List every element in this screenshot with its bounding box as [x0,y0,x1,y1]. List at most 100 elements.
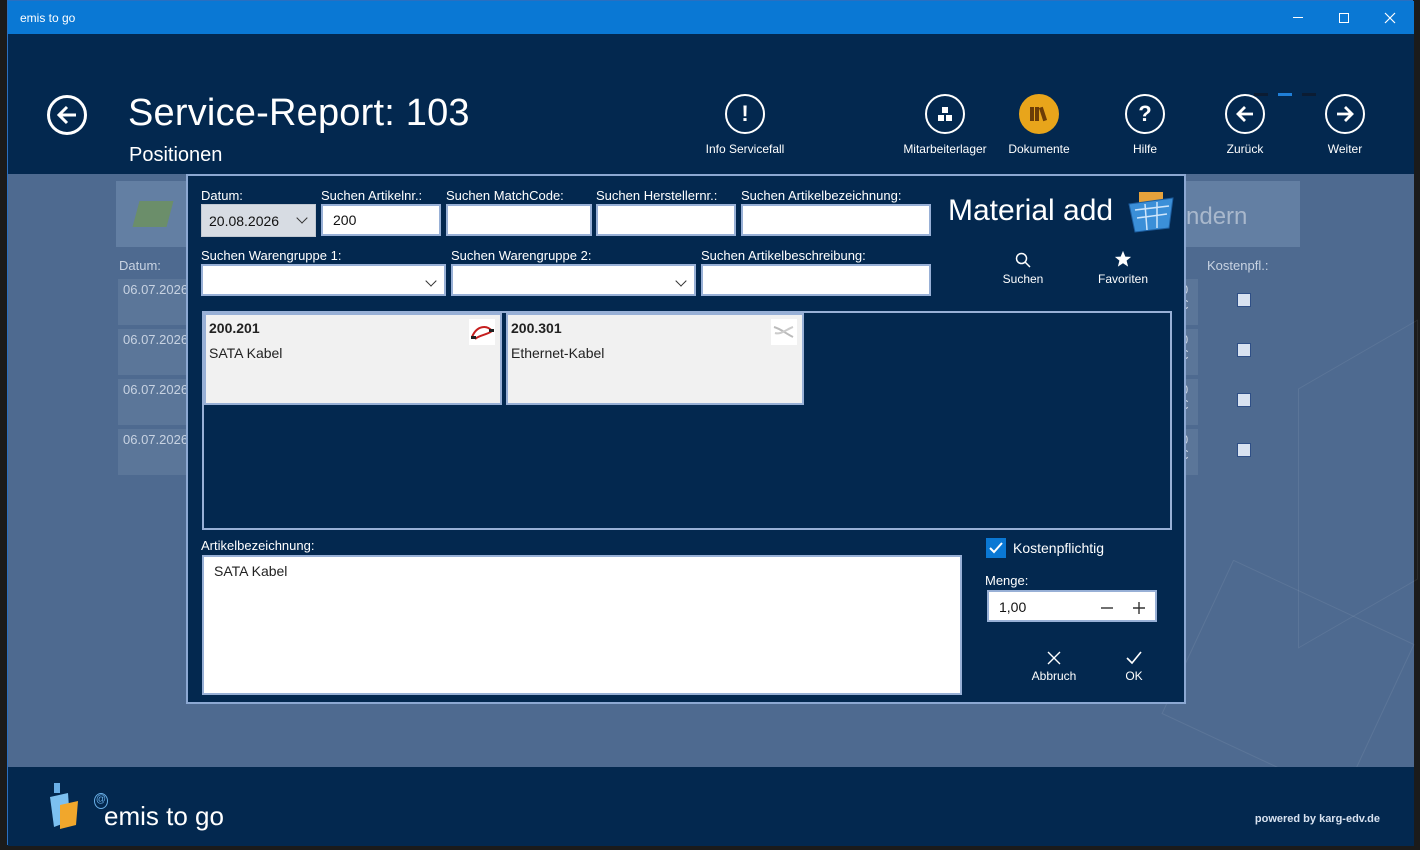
warehouse-icon [925,94,965,134]
result-name: SATA Kabel [209,345,283,361]
ethernet-cable-icon [771,319,797,345]
result-card[interactable]: 200.201 SATA Kabel [204,313,502,405]
artikelbeschreibung-input[interactable] [701,264,931,296]
plus-icon[interactable] [1132,601,1146,615]
label-artikelbezeichnung: Suchen Artikelbezeichnung: [741,188,902,203]
kostenpflichtig-checkbox[interactable] [986,538,1006,558]
ok-button[interactable]: OK [1094,641,1174,683]
chevron-down-icon [296,212,308,224]
maximize-button[interactable] [1321,1,1367,34]
label-datum: Datum: [201,188,243,203]
basket-icon [1128,192,1174,233]
search-label: Suchen [1002,272,1044,286]
herstellernr-input[interactable] [596,204,736,236]
app-header: Service-Report: 103 Positionen ! Info Se… [8,34,1414,174]
toolbar-label: Info Servicefall [705,142,785,156]
toolbar-weiter[interactable]: Weiter [1290,94,1400,156]
toolbar-label: Zurück [1226,142,1264,156]
logo-icon [50,783,78,829]
bg-col-datum: Datum: [119,258,161,273]
label-artikelbezeichnung-detail: Artikelbezeichnung: [201,538,315,553]
map-icon [132,201,174,227]
artikelbezeichnung-textarea[interactable]: SATA Kabel [202,555,962,695]
kostenpflichtig-label: Kostenpflichtig [1013,540,1105,556]
matchcode-input[interactable] [446,204,592,236]
toolbar-zurueck[interactable]: Zurück [1190,94,1300,156]
bg-button-label: ndern [1186,203,1248,230]
warengruppe1-select[interactable] [201,264,446,296]
ok-label: OK [1125,669,1143,683]
label-matchcode: Suchen MatchCode: [446,188,564,203]
bg-date: 06.07.2026 [123,382,189,397]
favorites-button[interactable]: Favoriten [1083,244,1163,286]
sata-cable-icon [469,319,495,345]
app-footer: @ emis to go powered by karg-edv.de [8,767,1414,846]
chevron-down-icon [425,275,437,287]
menge-value[interactable]: 1,00 [999,599,1026,615]
bg-checkbox [1237,293,1251,307]
bg-checkbox [1237,443,1251,457]
search-icon [983,244,1063,268]
arrow-left-icon [56,105,76,125]
result-name: Ethernet-Kabel [511,345,605,361]
date-picker[interactable]: 20.08.2026 [201,204,316,237]
menge-label: Menge: [985,573,1029,588]
exclamation-icon: ! [725,94,765,134]
minus-icon[interactable] [1100,601,1114,615]
star-icon [1083,244,1163,268]
toolbar-label: Dokumente [1008,142,1070,156]
arrow-left-icon [1225,94,1265,134]
bg-col-kostenpfl: Kostenpfl.: [1207,258,1269,273]
artikelbezeichnung-search-input[interactable] [741,204,931,236]
checkmark-icon [1094,641,1174,665]
result-card[interactable]: 200.301 Ethernet-Kabel [506,313,804,405]
search-button[interactable]: Suchen [983,244,1063,286]
results-grid: 200.201 SATA Kabel 200.301 Ethernet-Kabe… [202,311,1172,530]
label-artikelbeschreibung: Suchen Artikelbeschreibung: [701,248,866,263]
toolbar-dokumente[interactable]: Dokumente [984,94,1094,156]
label-warengruppe1: Suchen Warengruppe 1: [201,248,342,263]
minimize-icon [1293,17,1303,18]
menge-stepper[interactable]: 1,00 [987,590,1157,622]
label-warengruppe2: Suchen Warengruppe 2: [451,248,592,263]
cancel-label: Abbruch [1031,669,1077,683]
page-subtitle: Positionen [129,144,223,166]
toolbar-hilfe[interactable]: ? Hilfe [1090,94,1200,156]
close-icon [1014,641,1094,665]
material-add-dialog: Datum: 20.08.2026 Suchen Artikelnr.: 200… [186,174,1186,704]
footer-powered: powered by karg-edv.de [1254,813,1380,825]
chevron-down-icon [675,275,687,287]
result-number: 200.301 [511,320,562,336]
result-number: 200.201 [209,320,260,336]
footer-brand: emis to go [104,801,224,831]
artikelnr-input[interactable]: 200 [321,204,441,236]
window-title: emis to go [20,11,76,25]
bg-date: 06.07.2026 [123,332,189,347]
maximize-icon [1339,12,1349,23]
app-window: emis to go Service-Report: 103 Positione… [7,0,1418,846]
bg-date: 06.07.2026 [123,432,189,447]
favorites-label: Favoriten [1097,272,1149,286]
warengruppe2-select[interactable] [451,264,696,296]
back-button[interactable] [47,95,87,135]
date-value: 20.08.2026 [209,213,280,229]
dialog-title: Material add [948,194,1114,227]
toolbar-label: Hilfe [1132,142,1157,156]
arrow-right-icon [1325,94,1365,134]
toolbar-label: Weiter [1327,142,1363,156]
help-icon: ? [1125,94,1165,134]
toolbar-info-servicefall[interactable]: ! Info Servicefall [690,94,800,156]
title-bar: emis to go [8,1,1414,34]
label-artikelnr: Suchen Artikelnr.: [321,188,423,203]
checkmark-icon [989,542,1003,554]
minimize-button[interactable] [1275,1,1321,34]
books-icon [1019,94,1059,134]
bg-date: 06.07.2026 [123,282,189,297]
close-button[interactable] [1367,1,1413,34]
bg-checkbox [1237,393,1251,407]
cancel-button[interactable]: Abbruch [1014,641,1094,683]
close-icon [1384,12,1396,23]
label-herstellernr: Suchen Herstellernr.: [596,188,718,203]
bg-checkbox [1237,343,1251,357]
page-title: Service-Report: 103 [128,92,470,134]
